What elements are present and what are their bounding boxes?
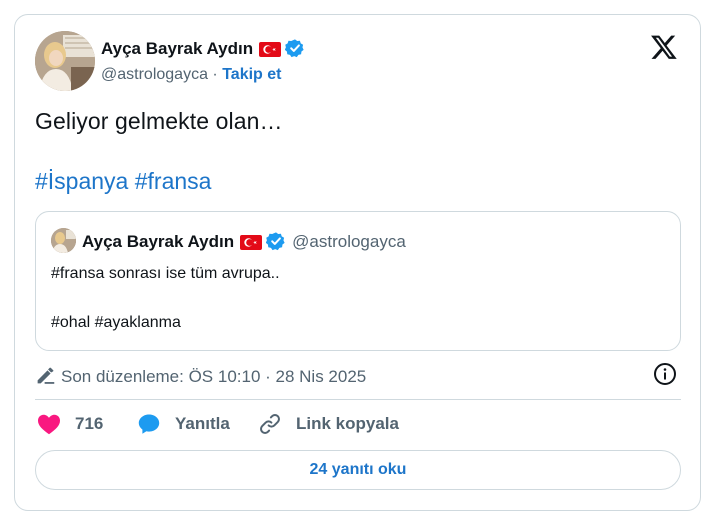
like-count: 716 [75,414,104,433]
verified-badge-icon [284,38,305,63]
verified-badge-icon [265,231,286,256]
tweet-text: Geliyor gelmekte olan… [35,108,283,134]
follow-button[interactable]: Takip et [222,66,281,83]
last-edited-text: Son düzenleme: ÖS 10:10 · 28 Nis 2025 [61,367,367,386]
author-avatar[interactable] [35,31,95,91]
author-name[interactable]: Ayça Bayrak Aydın [101,39,253,58]
last-edited-link[interactable]: Son düzenleme: ÖS 10:10 · 28 Nis 2025 [35,365,366,387]
heart-icon [38,414,60,435]
quoted-header: Ayça Bayrak Aydın @astrologayca [82,231,406,256]
reply-button[interactable]: Yanıtla [137,412,230,436]
hashtag-link[interactable]: #fransa [135,168,212,194]
hashtag-link[interactable]: #İspanya [35,168,128,194]
author-name-row[interactable]: Ayça Bayrak Aydın [101,38,305,63]
turkey-flag-icon [240,235,263,255]
pencil-icon [35,367,61,386]
read-replies-button[interactable]: 24 yanıtı oku [35,450,681,490]
quoted-author-name: Ayça Bayrak Aydın [82,232,235,251]
quoted-text-line: #fransa sonrası ise tüm avrupa.. [51,265,280,282]
turkey-flag-icon [259,42,282,62]
separator-dot: · [212,66,218,83]
quoted-text-line: #ohal #ayaklanma [51,314,181,331]
copy-link-button[interactable]: Link kopyala [258,412,399,436]
copy-link-label: Link kopyala [296,414,399,433]
quoted-author-avatar [51,228,76,253]
divider [35,399,681,400]
quoted-author-handle: @astrologayca [292,232,406,251]
author-handle-line: @astrologayca · Takip et [101,66,281,84]
x-logo-icon[interactable] [650,33,678,61]
reply-label: Yanıtla [175,414,230,433]
like-button[interactable]: 716 [37,412,103,436]
quoted-tweet[interactable]: Ayça Bayrak Aydın @astrologayca #fransa s… [35,211,681,351]
embedded-tweet-card: Ayça Bayrak Aydın @astrologayca · Takip … [14,14,701,511]
info-icon[interactable] [653,362,677,386]
tweet-hashtags: #İspanya #fransa [35,168,211,195]
author-handle[interactable]: @astrologayca [101,66,208,83]
reply-bubble-icon [138,414,160,434]
link-icon [260,414,280,434]
